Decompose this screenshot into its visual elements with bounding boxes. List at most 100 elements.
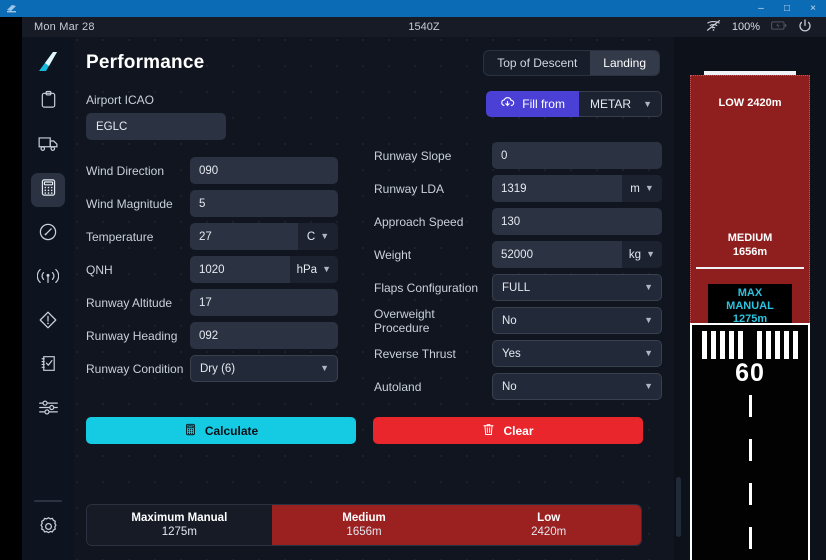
chevron-down-icon: ▼ [643, 100, 652, 109]
reverse-thrust-select[interactable]: Yes ▼ [492, 340, 662, 367]
field-label: Runway Condition [86, 362, 190, 376]
sidebar-item-clipboard[interactable] [31, 85, 65, 119]
sidebar-item-sliders[interactable] [31, 393, 65, 427]
unit-label: m [630, 183, 640, 195]
close-button[interactable]: × [800, 0, 826, 17]
medium-label-value: 1656m [690, 245, 810, 259]
truck-icon [38, 134, 59, 158]
sidebar-item-checklist[interactable] [31, 349, 65, 383]
qnh-input[interactable]: 1020 [190, 256, 290, 283]
warning-icon [38, 310, 58, 335]
scrollbar-thumb[interactable] [676, 477, 681, 537]
select-value: No [502, 315, 517, 327]
minimize-button[interactable]: – [748, 0, 774, 17]
field-wind-magnitude: Wind Magnitude 5 [86, 187, 374, 220]
field-label: Runway Altitude [86, 296, 190, 310]
runway-lda-input[interactable]: 1319 [492, 175, 622, 202]
chevron-down-icon: ▼ [644, 349, 653, 358]
calculator-icon [184, 423, 197, 439]
temperature-unit-select[interactable]: C ▼ [298, 223, 338, 250]
medium-label-text: MEDIUM [690, 231, 810, 245]
weight-unit-select[interactable]: kg ▼ [622, 241, 662, 268]
runway-number: 60 [692, 359, 808, 388]
result-maximum-manual: Maximum Manual 1275m [87, 505, 272, 545]
temperature-input[interactable]: 27 [190, 223, 298, 250]
result-value: 2420m [531, 526, 566, 538]
maximize-button[interactable]: □ [774, 0, 800, 17]
airport-icao-label: Airport ICAO [86, 93, 374, 107]
result-name: Maximum Manual [131, 512, 227, 524]
sidebar-item-warning[interactable] [31, 305, 65, 339]
field-reverse-thrust: Reverse Thrust Yes ▼ [374, 337, 662, 370]
wifi-off-icon[interactable] [706, 19, 721, 35]
chevron-down-icon: ▼ [644, 283, 653, 292]
mode-tabs[interactable]: Top of Descent Landing [483, 50, 660, 76]
field-label: Flaps Configuration [374, 281, 492, 295]
radio-signal-icon [37, 267, 59, 290]
autoland-select[interactable]: No ▼ [492, 373, 662, 400]
result-medium: Medium 1656m [272, 505, 457, 545]
runway-condition-select[interactable]: Dry (6) ▼ [190, 355, 338, 382]
sidebar-item-compass[interactable] [31, 217, 65, 251]
runway-heading-input[interactable]: 092 [190, 322, 338, 349]
wind-magnitude-input[interactable]: 5 [190, 190, 338, 217]
calculate-label: Calculate [205, 424, 258, 438]
approach-speed-input[interactable]: 130 [492, 208, 662, 235]
field-flaps-configuration: Flaps Configuration FULL ▼ [374, 271, 662, 304]
result-name: Medium [342, 512, 385, 524]
flaps-configuration-select[interactable]: FULL ▼ [492, 274, 662, 301]
fill-from-button[interactable]: Fill from [486, 91, 579, 117]
battery-percent: 100% [732, 21, 760, 33]
metar-source-select[interactable]: METAR ▼ [579, 91, 662, 117]
tab-landing[interactable]: Landing [590, 51, 659, 75]
tab-top-of-descent[interactable]: Top of Descent [484, 51, 590, 75]
clear-button[interactable]: Clear [373, 417, 643, 444]
field-runway-lda: Runway LDA 1319 m ▼ [374, 172, 662, 205]
unit-label: hPa [297, 264, 317, 276]
calculator-icon [39, 178, 58, 202]
chevron-down-icon: ▼ [646, 250, 655, 259]
fill-from-group[interactable]: Fill from METAR ▼ [374, 91, 662, 118]
zone-end-marker [704, 71, 796, 75]
runway-lda-unit-select[interactable]: m ▼ [622, 175, 662, 202]
runway-stage: LOW 2420m MEDIUM 1656m MAX MANUAL 1275m … [682, 75, 818, 560]
overweight-procedure-select[interactable]: No ▼ [492, 307, 662, 334]
sidebar-item-radio-signal[interactable] [31, 261, 65, 295]
field-temperature: Temperature 27 C ▼ [86, 220, 374, 253]
low-autobrake-label: LOW 2420m [690, 97, 810, 109]
select-value: Yes [502, 348, 521, 360]
chevron-down-icon: ▼ [322, 265, 331, 274]
tail-fin-logo [31, 47, 65, 77]
field-label: Overweight Procedure [374, 307, 492, 335]
gear-icon [38, 516, 59, 542]
performance-form: Airport ICAO EGLC Wind Direction 090 Win… [74, 81, 674, 560]
calculate-button[interactable]: Calculate [86, 417, 356, 444]
sidebar-item-truck[interactable] [31, 129, 65, 163]
weight-input[interactable]: 52000 [492, 241, 622, 268]
runway-slope-input[interactable]: 0 [492, 142, 662, 169]
field-label: Reverse Thrust [374, 347, 492, 361]
result-low: Low 2420m [456, 505, 641, 545]
qnh-unit-select[interactable]: hPa ▼ [290, 256, 338, 283]
sliders-icon [38, 398, 59, 422]
window-controls[interactable]: – □ × [748, 0, 826, 17]
compass-icon [38, 222, 58, 247]
field-runway-heading: Runway Heading 092 [86, 319, 374, 352]
field-runway-slope: Runway Slope 0 [374, 139, 662, 172]
power-icon[interactable] [798, 19, 812, 36]
chevron-down-icon: ▼ [645, 184, 654, 193]
field-autoland: Autoland No ▼ [374, 370, 662, 403]
os-titlebar: – □ × [0, 0, 826, 17]
wind-direction-input[interactable]: 090 [190, 157, 338, 184]
result-name: Low [537, 512, 560, 524]
airport-icao-input[interactable]: EGLC [86, 113, 226, 140]
runway-altitude-input[interactable]: 17 [190, 289, 338, 316]
app-icon [3, 1, 19, 17]
panel-scrollbar[interactable] [675, 37, 680, 560]
field-wind-direction: Wind Direction 090 [86, 154, 374, 187]
sidebar-item-calculator[interactable] [31, 173, 65, 207]
field-weight: Weight 52000 kg ▼ [374, 238, 662, 271]
status-date: Mon Mar 28 [34, 21, 95, 33]
sidebar-item-settings[interactable] [31, 512, 65, 546]
cloud-download-icon [500, 96, 515, 112]
